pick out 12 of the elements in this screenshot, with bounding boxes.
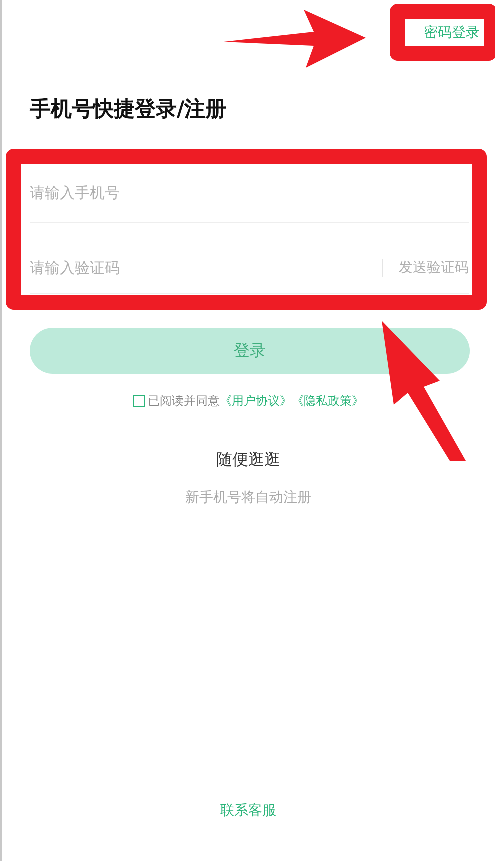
hint-text: 新手机号将自动注册	[184, 489, 312, 508]
contact-link[interactable]: 联系客服	[2, 801, 495, 821]
agreement-text: 已阅读并同意	[148, 394, 220, 408]
code-input-field[interactable]: 请输入验证码	[30, 259, 382, 277]
password-login-link[interactable]: 密码登录	[424, 24, 480, 42]
send-code-button[interactable]: 发送验证码	[399, 259, 469, 277]
agreement-link[interactable]: 《隐私政策》	[292, 394, 364, 408]
phone-input-field[interactable]: 请输入手机号	[30, 184, 469, 202]
browse-link[interactable]: 随便逛逛	[2, 450, 495, 470]
agreement-link[interactable]: 《用户协议》	[220, 394, 292, 408]
page-title: 手机号快捷登录/注册	[30, 96, 228, 123]
agreement-checkbox[interactable]	[133, 395, 145, 407]
